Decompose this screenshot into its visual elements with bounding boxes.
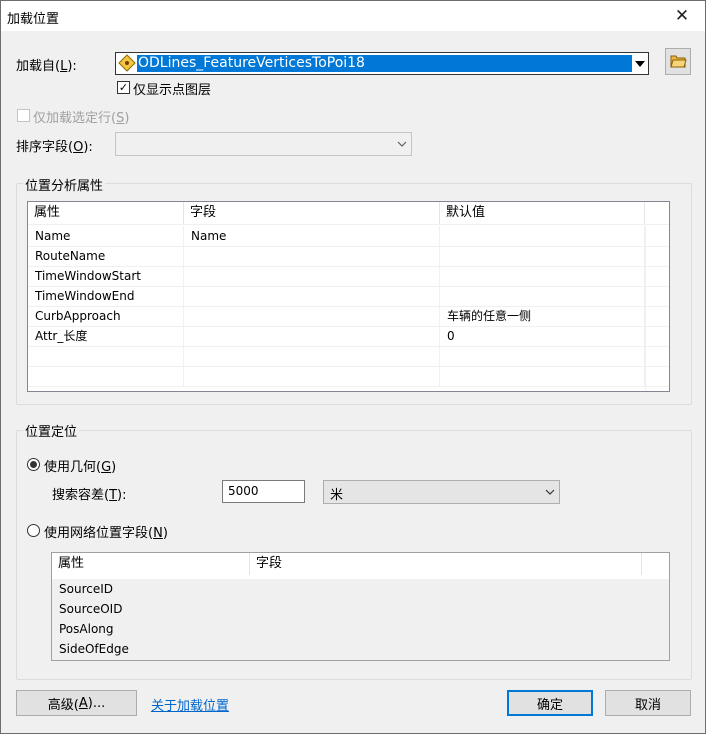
table-cell[interactable]: SourceOID (52, 599, 250, 619)
table-row[interactable]: Name Name (28, 226, 669, 247)
table-cell[interactable] (440, 346, 645, 366)
only-points-checkbox[interactable]: ✓ (117, 81, 130, 94)
table-cell[interactable]: Name (184, 226, 440, 246)
tolerance-unit-select[interactable]: 米 (323, 480, 560, 504)
table-row[interactable]: SourceOID (52, 599, 669, 619)
column-header[interactable]: 属性 (28, 202, 184, 224)
table-header: 属性 字段 (52, 553, 669, 575)
load-from-label: 加载自(L): (16, 59, 77, 74)
table-cell[interactable] (184, 346, 440, 366)
table-row[interactable]: RouteName (28, 246, 669, 267)
sort-field-combo[interactable] (115, 132, 412, 156)
column-header[interactable]: 默认值 (440, 202, 645, 224)
table-cell[interactable] (440, 366, 645, 386)
table-row[interactable]: SourceID (52, 579, 669, 599)
load-from-combo[interactable]: ODLines_FeatureVerticesToPoi18 (115, 52, 649, 75)
load-locations-dialog: 加载位置 ✕ 加载自(L): ODLines_FeatureVerticesTo… (0, 0, 706, 734)
table-cell[interactable] (250, 619, 642, 639)
positioning-title: 位置定位 (23, 421, 80, 440)
table-row[interactable]: TimeWindowEnd (28, 286, 669, 307)
tolerance-input[interactable]: 5000 (222, 480, 305, 503)
browse-button[interactable] (665, 48, 691, 75)
chevron-down-icon (541, 481, 559, 503)
table-cell[interactable]: SideOfEdge (52, 639, 250, 659)
table-cell[interactable] (184, 266, 440, 286)
table-cell[interactable]: Attr_长度 (28, 326, 184, 346)
location-props-title: 位置分析属性 (23, 175, 106, 194)
sort-field-label: 排序字段(O): (16, 140, 93, 155)
table-cell[interactable]: 0 (440, 326, 645, 346)
dialog-title: 加载位置 (7, 12, 60, 27)
tolerance-unit-value: 米 (330, 488, 344, 503)
only-selected-label: 仅加载选定行(S) (33, 111, 130, 126)
table-cell[interactable] (28, 346, 184, 366)
close-button[interactable]: ✕ (659, 1, 705, 31)
location-props-table[interactable]: 属性 字段 默认值 Name Name RouteName TimeWindowSta… (27, 201, 670, 392)
use-network-label: 使用网络位置字段(N) (44, 526, 168, 541)
table-row[interactable]: CurbApproach 车辆的任意一侧 (28, 306, 669, 327)
feature-layer-icon (118, 54, 136, 72)
table-cell[interactable]: CurbApproach (28, 306, 184, 326)
network-fields-table[interactable]: 属性 字段 SourceID SourceOID PosAlong SideOfEdg… (51, 552, 670, 661)
title-bar: 加载位置 ✕ (1, 1, 705, 31)
only-points-label: 仅显示点图层 (133, 83, 212, 98)
table-cell[interactable]: PosAlong (52, 619, 250, 639)
use-geometry-label: 使用几何(G) (44, 460, 117, 475)
load-from-value: ODLines_FeatureVerticesToPoi18 (138, 55, 365, 71)
table-cell[interactable] (184, 286, 440, 306)
table-cell[interactable]: Name (28, 226, 184, 246)
table-cell[interactable] (440, 226, 645, 246)
table-cell[interactable] (250, 639, 642, 659)
table-row[interactable]: Attr_长度 0 (28, 326, 669, 347)
table-cell[interactable]: RouteName (28, 246, 184, 266)
table-row[interactable]: PosAlong (52, 619, 669, 639)
table-cell[interactable] (184, 246, 440, 266)
table-row[interactable]: TimeWindowStart (28, 266, 669, 287)
column-header[interactable]: 属性 (52, 553, 250, 575)
table-cell[interactable] (28, 366, 184, 386)
tolerance-value: 5000 (228, 484, 259, 498)
table-cell[interactable] (184, 366, 440, 386)
table-cell[interactable]: SourceID (52, 579, 250, 599)
close-icon: ✕ (674, 6, 690, 26)
table-row[interactable] (28, 346, 669, 367)
use-geometry-radio[interactable] (27, 458, 40, 471)
cancel-button[interactable]: 取消 (605, 690, 691, 716)
table-cell[interactable] (440, 266, 645, 286)
table-cell[interactable] (440, 286, 645, 306)
ok-button[interactable]: 确定 (507, 690, 593, 716)
tolerance-label: 搜索容差(T): (52, 488, 127, 503)
table-cell[interactable] (250, 579, 642, 599)
table-row[interactable] (28, 366, 669, 387)
chevron-down-icon[interactable] (632, 53, 648, 74)
table-row[interactable]: SideOfEdge (52, 639, 669, 659)
about-load-locations-link[interactable]: 关于加载位置 (151, 695, 229, 714)
table-cell[interactable] (184, 306, 440, 326)
table-cell[interactable] (184, 326, 440, 346)
only-selected-checkbox[interactable] (17, 109, 30, 122)
column-header[interactable]: 字段 (184, 202, 440, 224)
column-header[interactable]: 字段 (250, 553, 642, 575)
table-cell[interactable] (250, 599, 642, 619)
open-folder-icon (670, 53, 687, 73)
table-cell[interactable]: TimeWindowStart (28, 266, 184, 286)
table-header: 属性 字段 默认值 (28, 202, 669, 225)
table-cell[interactable] (440, 246, 645, 266)
table-cell[interactable]: 车辆的任意一侧 (440, 306, 645, 326)
advanced-button[interactable]: 高级(A)... (16, 690, 137, 716)
use-network-radio[interactable] (27, 524, 40, 537)
chevron-down-icon (393, 133, 411, 155)
table-cell[interactable]: TimeWindowEnd (28, 286, 184, 306)
